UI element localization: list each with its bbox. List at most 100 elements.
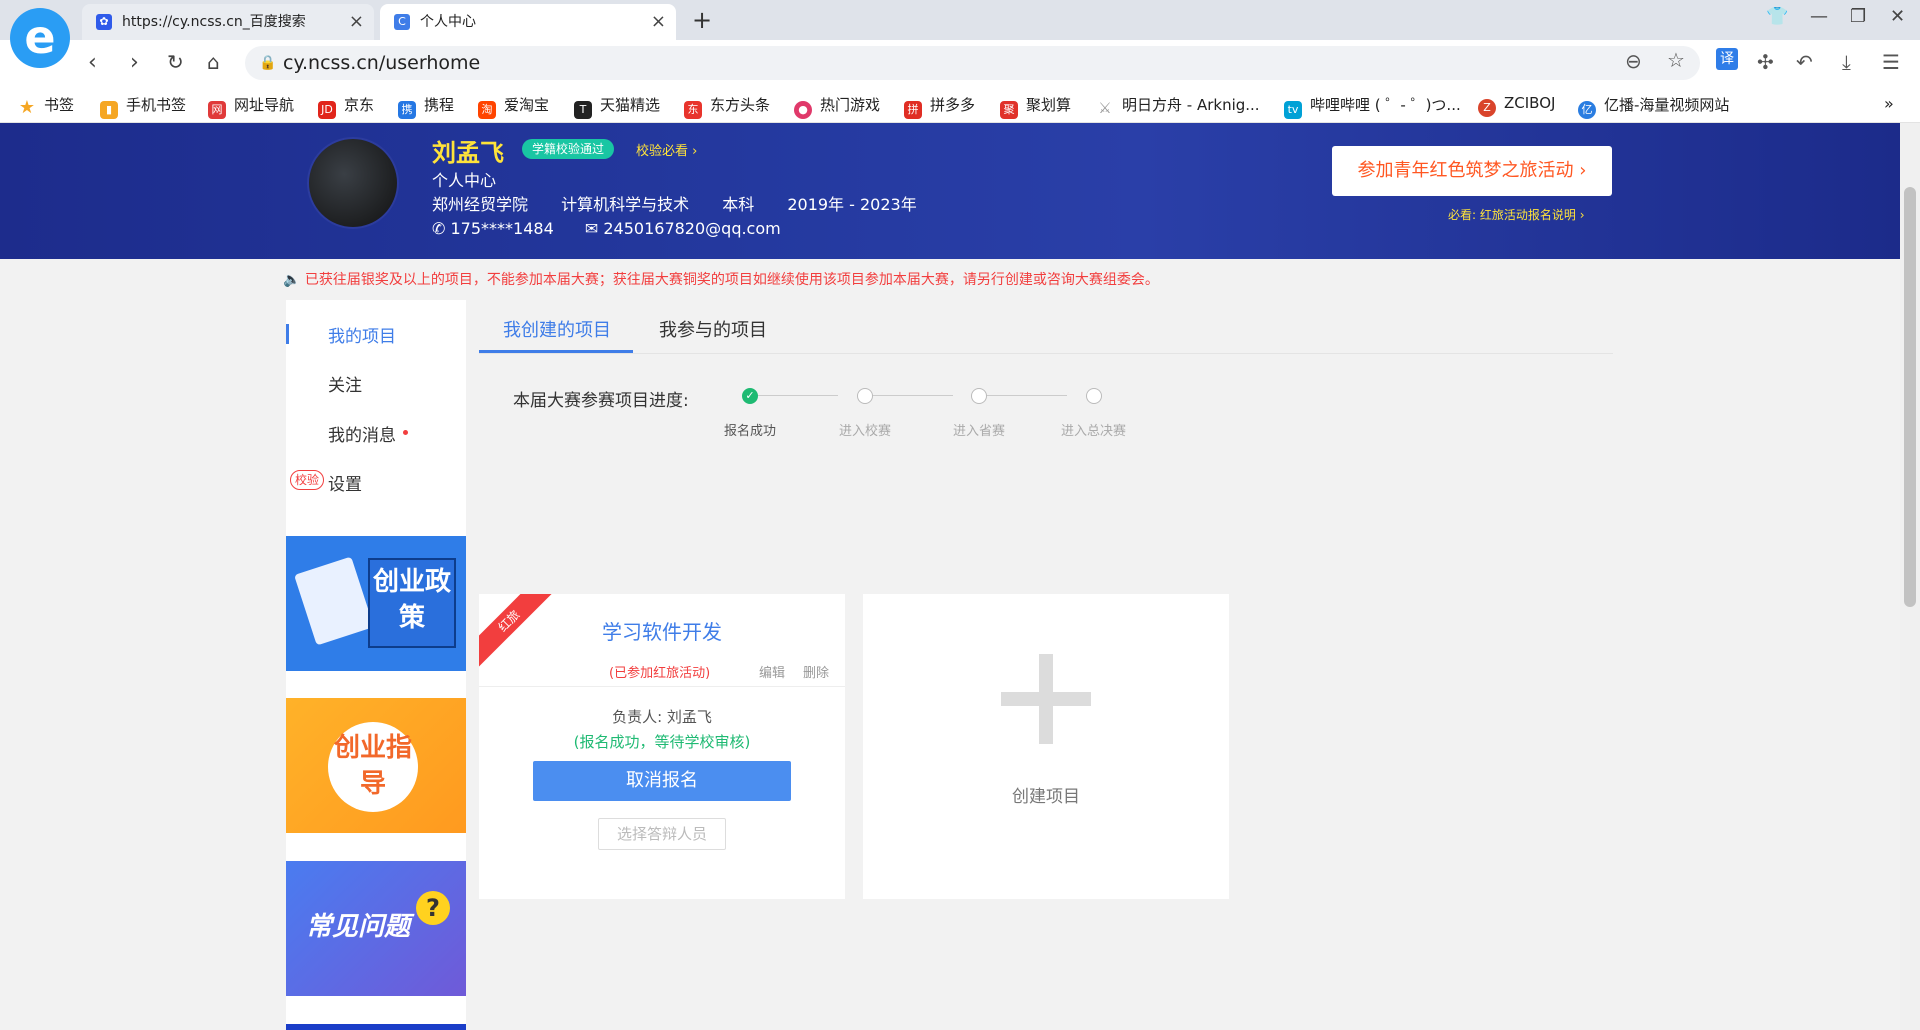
study-years: 2019年 - 2023年 bbox=[787, 195, 917, 214]
chevron-right-icon: › bbox=[1579, 208, 1585, 222]
undo-icon[interactable]: ↶ bbox=[1796, 50, 1813, 74]
restore-icon[interactable]: ❐ bbox=[1850, 6, 1866, 27]
reload-icon[interactable]: ↻ bbox=[167, 50, 184, 74]
document-icon bbox=[294, 556, 374, 646]
phone-number: 175****1484 bbox=[450, 219, 554, 238]
bookmarks-bar: ★ 书签 ▮ 手机书签 网网址导航 JD 京东 携携程 淘爱淘宝 T 天猫精选 东东方头… bbox=[0, 86, 1920, 123]
step-connector bbox=[750, 395, 838, 396]
contact-info: ✆ 175****1484 ✉ 2450167820@qq.com bbox=[432, 219, 781, 238]
join-red-tour-button[interactable]: 参加青年红色筑梦之旅活动 › bbox=[1332, 146, 1612, 196]
project-owner: 负责人: 刘孟飞 bbox=[612, 708, 712, 726]
bookmark-item[interactable]: 携携程 bbox=[398, 94, 454, 119]
shirt-skin-icon[interactable]: 👕 bbox=[1766, 6, 1788, 27]
step-label: 进入省赛 bbox=[953, 424, 1006, 439]
banner-policy[interactable]: 创业政策 bbox=[286, 536, 466, 671]
menu-icon[interactable]: ☰ bbox=[1882, 50, 1900, 74]
bookmark-item[interactable]: 网网址导航 bbox=[208, 94, 294, 119]
browser-logo-icon[interactable]: e bbox=[10, 8, 70, 68]
star-icon[interactable]: ☆ bbox=[1667, 48, 1685, 72]
school-name: 郑州经贸学院 bbox=[432, 195, 529, 214]
sidebar-item-my-projects[interactable]: 我的项目 bbox=[328, 322, 396, 347]
bookmark-item[interactable]: tv 哔哩哔哩 ( ゜- ゜)つ... bbox=[1284, 94, 1461, 119]
verify-tag: 校验 bbox=[290, 470, 325, 490]
phone-icon: ✆ bbox=[432, 219, 446, 238]
bookmark-item[interactable]: ★ 书签 bbox=[18, 94, 74, 117]
site-icon: 网 bbox=[208, 101, 226, 119]
bookmark-item[interactable]: 亿亿播-海量视频网站 bbox=[1578, 94, 1729, 119]
bookmark-item[interactable]: Z ZCIBOJ bbox=[1478, 94, 1555, 117]
sidebar-item-messages[interactable]: 我的消息 bbox=[328, 421, 396, 446]
unread-dot bbox=[403, 430, 408, 435]
status-badge: 学籍校验通过 bbox=[522, 139, 615, 159]
banner-faq[interactable]: 常见问题 ? bbox=[286, 861, 466, 996]
sidebar-item-settings[interactable]: 设置 bbox=[328, 470, 362, 495]
scrollbar[interactable] bbox=[1900, 123, 1920, 1030]
chevron-right-icon: › bbox=[1579, 160, 1587, 181]
bookmark-item[interactable]: T 天猫精选 bbox=[574, 94, 660, 119]
choose-defense-members-button[interactable]: 选择答辩人员 bbox=[598, 818, 726, 850]
plus-icon bbox=[1001, 654, 1091, 744]
delete-link[interactable]: 删除 bbox=[803, 662, 829, 681]
step-connector bbox=[979, 395, 1067, 396]
site-favicon-icon: C bbox=[394, 14, 410, 30]
verify-guide-link[interactable]: 校验必看 › bbox=[636, 140, 697, 159]
url-input[interactable]: 🔒 cy.ncss.cn/userhome bbox=[245, 46, 1700, 80]
bookmark-item[interactable]: JD 京东 bbox=[318, 94, 374, 119]
browser-tab-baidu[interactable]: ✿ https://cy.ncss.cn_百度搜索 × bbox=[82, 4, 374, 40]
mail-icon: ✉ bbox=[584, 219, 599, 238]
home-icon[interactable]: ⌂ bbox=[207, 50, 220, 74]
minimize-icon[interactable]: — bbox=[1810, 6, 1828, 27]
bookmark-item[interactable]: 拼拼多多 bbox=[904, 94, 975, 119]
sidebar-item-follow[interactable]: 关注 bbox=[328, 371, 362, 396]
extensions-icon[interactable]: ✣ bbox=[1757, 50, 1774, 74]
registration-status: (报名成功，等待学校审核) bbox=[573, 733, 751, 751]
close-icon[interactable]: × bbox=[349, 4, 364, 40]
scrollbar-thumb[interactable] bbox=[1904, 187, 1916, 607]
step-dot bbox=[971, 388, 987, 404]
sidebar: 我的项目 关注 我的消息 校验 设置 创业政策 创业指导 常见问题 ? bbox=[286, 300, 466, 1030]
new-tab-plus-icon[interactable]: + bbox=[692, 6, 712, 34]
cancel-registration-button[interactable]: 取消报名 bbox=[533, 761, 791, 801]
forward-icon[interactable]: › bbox=[130, 50, 139, 75]
bookmark-item[interactable]: 淘爱淘宝 bbox=[478, 94, 549, 119]
bookmark-item[interactable]: ▮ 手机书签 bbox=[100, 94, 186, 119]
bookmark-item[interactable]: ⚔ 明日方舟 - Arknig... bbox=[1096, 94, 1259, 117]
lock-icon: 🔒 bbox=[259, 55, 277, 71]
banner-text: 常见问题 bbox=[305, 912, 410, 942]
step-dot bbox=[857, 388, 873, 404]
step-dot bbox=[1086, 388, 1102, 404]
close-icon[interactable]: × bbox=[651, 4, 666, 40]
download-icon[interactable]: ⤓ bbox=[1842, 50, 1851, 74]
banner-guidance[interactable]: 创业指导 bbox=[286, 698, 466, 833]
project-title[interactable]: 学习软件开发 bbox=[479, 616, 845, 645]
avatar[interactable] bbox=[307, 137, 399, 229]
browser-tab-userhome[interactable]: C 个人中心 × bbox=[380, 4, 676, 40]
question-icon: ? bbox=[416, 891, 450, 925]
translate-icon[interactable]: 译 bbox=[1716, 48, 1738, 70]
tab-joined-projects[interactable]: 我参与的项目 bbox=[659, 316, 767, 342]
zoom-icon[interactable]: ⊖ bbox=[1625, 49, 1642, 73]
more-bookmarks-icon[interactable]: » bbox=[1884, 94, 1894, 113]
tab-created-projects[interactable]: 我创建的项目 bbox=[503, 316, 611, 342]
news-icon: 东 bbox=[684, 101, 702, 119]
page-content: 刘孟飞 学籍校验通过 校验必看 › 个人中心 郑州经贸学院 计算机科学与技术 本… bbox=[0, 123, 1900, 1030]
page-title: 个人中心 bbox=[432, 171, 497, 190]
step-label: 进入校赛 bbox=[839, 424, 892, 439]
banner-text: 创业政策 bbox=[372, 567, 451, 633]
notice-text: 已获往届银奖及以上的项目，不能参加本届大赛；获往届大赛铜奖的项目如继续使用该项目… bbox=[304, 272, 1159, 288]
notice-banner: 🔈 已获往届银奖及以上的项目，不能参加本届大赛；获往届大赛铜奖的项目如继续使用该… bbox=[283, 269, 1159, 289]
major-name: 计算机科学与技术 bbox=[561, 195, 690, 214]
divider bbox=[479, 353, 1613, 354]
bookmark-item[interactable]: ● 热门游戏 bbox=[794, 94, 880, 119]
banner-more[interactable] bbox=[286, 1024, 466, 1030]
user-name: 刘孟飞 bbox=[432, 139, 504, 167]
ctrip-icon: 携 bbox=[398, 101, 416, 119]
create-project-card[interactable]: 创建项目 bbox=[863, 594, 1229, 899]
red-tour-guide-link[interactable]: 必看: 红旅活动报名说明 › bbox=[1448, 206, 1585, 223]
tab-title: 个人中心 bbox=[420, 14, 476, 30]
window-close-icon[interactable]: ✕ bbox=[1890, 6, 1905, 27]
edit-link[interactable]: 编辑 bbox=[759, 662, 785, 681]
back-icon[interactable]: ‹ bbox=[88, 50, 97, 75]
bookmark-item[interactable]: 聚聚划算 bbox=[1000, 94, 1071, 119]
bookmark-item[interactable]: 东东方头条 bbox=[684, 94, 770, 119]
